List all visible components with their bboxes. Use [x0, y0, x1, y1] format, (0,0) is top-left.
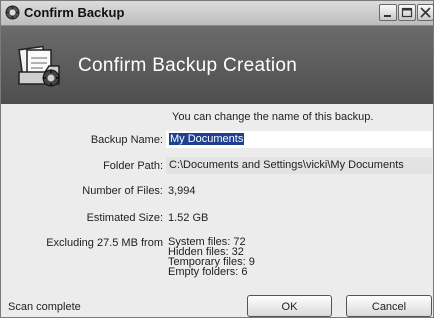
- backup-name-input[interactable]: My Documents: [166, 131, 432, 148]
- folder-path-value: C:\Documents and Settings\vicki\My Docum…: [169, 159, 404, 171]
- folder-path-label: Folder Path:: [103, 160, 163, 172]
- status-text: Scan complete: [8, 301, 81, 313]
- maximize-button[interactable]: [398, 4, 416, 21]
- ok-button[interactable]: OK: [247, 295, 332, 317]
- minimize-icon: [384, 15, 391, 17]
- close-icon: [420, 7, 431, 18]
- excluding-label: Excluding 27.5 MB from: [46, 237, 163, 249]
- minimize-button[interactable]: [379, 4, 397, 21]
- num-files-label: Number of Files:: [82, 185, 163, 197]
- backup-name-label: Backup Name:: [90, 134, 163, 146]
- header-title: Confirm Backup Creation: [78, 55, 298, 76]
- rename-hint: You can change the name of this backup.: [172, 111, 374, 123]
- maximize-icon: [401, 7, 413, 18]
- est-size-label: Estimated Size:: [86, 212, 163, 224]
- close-button[interactable]: [417, 4, 434, 21]
- title-bar[interactable]: Confirm Backup: [1, 1, 434, 26]
- backup-gear-icon: [5, 5, 20, 20]
- cancel-button[interactable]: Cancel: [346, 295, 432, 317]
- backup-name-value: My Documents: [169, 133, 245, 145]
- confirm-backup-window: Confirm Backup Confirm Backup Creation Y…: [0, 0, 434, 318]
- window-title: Confirm Backup: [24, 5, 125, 20]
- excluded-list: System files: 72 Hidden files: 32 Tempor…: [168, 237, 255, 278]
- num-files-value: 3,994: [168, 185, 196, 197]
- folder-path-field: C:\Documents and Settings\vicki\My Docum…: [166, 157, 432, 174]
- header-banner: Confirm Backup Creation: [1, 26, 433, 104]
- documents-backup-icon: [18, 45, 60, 87]
- list-item: Empty folders: 6: [168, 266, 248, 278]
- est-size-value: 1.52 GB: [168, 212, 209, 224]
